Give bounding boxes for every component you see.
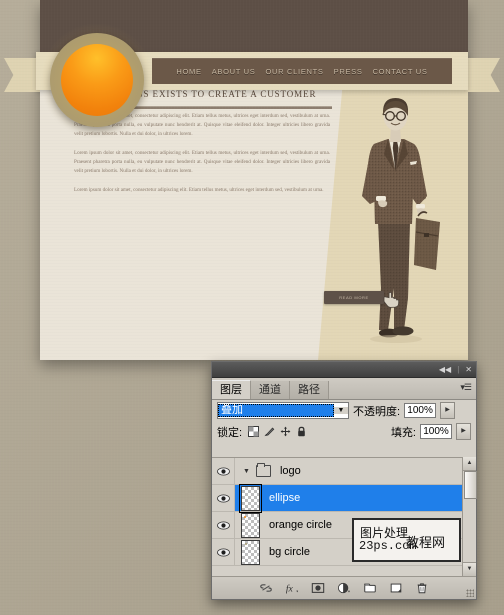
layer-thumbnail — [241, 512, 260, 538]
close-icon[interactable]: ✕ — [465, 365, 472, 374]
nav-item-our-clients[interactable]: OUR CLIENTS — [266, 67, 324, 76]
nav-item-about-us[interactable]: ABOUT US — [212, 67, 256, 76]
read-more-label: READ MORE — [339, 295, 369, 300]
fill-label: 填充: — [390, 426, 416, 439]
logo-circle — [32, 15, 162, 145]
eye-icon — [216, 548, 230, 556]
eye-icon — [216, 521, 230, 529]
resize-grip[interactable] — [466, 589, 474, 597]
lock-transparent-pixels-icon[interactable] — [248, 426, 260, 437]
site-navigation: HOME ABOUT US OUR CLIENTS PRESS CONTACT … — [152, 58, 452, 84]
businessman-illustration — [362, 98, 440, 343]
blend-mode-value: 叠加 — [218, 404, 334, 417]
svg-text:fx: fx — [286, 584, 294, 595]
layer-name: ellipse — [269, 492, 301, 504]
collapse-icon[interactable]: ◀◀ — [439, 365, 451, 374]
fill-value[interactable]: 100% — [420, 424, 452, 439]
new-group-icon[interactable] — [363, 581, 377, 595]
nav-item-contact-us[interactable]: CONTACT US — [373, 67, 428, 76]
chevron-down-icon[interactable]: ▼ — [243, 468, 250, 475]
panel-titlebar: ◀◀ | ✕ — [212, 362, 476, 378]
layer-name: logo — [279, 465, 301, 477]
adjustment-layer-icon[interactable] — [337, 581, 351, 595]
opacity-value[interactable]: 100% — [404, 403, 437, 418]
lock-position-icon[interactable] — [280, 426, 291, 437]
visibility-toggle[interactable] — [212, 539, 235, 565]
opacity-spinner-arrow-icon[interactable]: ▶ — [440, 402, 456, 419]
folder-icon — [255, 463, 271, 477]
blend-mode-row: 叠加 ▼ 不透明度: 100% ▶ — [212, 400, 476, 421]
desktop-background: A BUSINESS EXISTS TO CREATE A CUSTOMER L… — [0, 0, 504, 615]
read-more-button[interactable]: READ MORE — [324, 291, 384, 304]
layer-thumbnail — [241, 539, 260, 565]
watermark-overlay: 图片处理 23ps.com 教程网 — [352, 518, 461, 562]
layer-row-group-logo[interactable]: ▼ logo — [212, 458, 476, 485]
paragraph: Lorem ipsum dolor sit amet, consectetur … — [74, 150, 330, 174]
eye-icon — [216, 494, 230, 502]
layer-thumbnail — [239, 483, 262, 513]
tab-channels[interactable]: 通道 — [251, 381, 290, 399]
chevron-down-icon: ▼ — [334, 407, 348, 414]
blend-mode-dropdown[interactable]: 叠加 ▼ — [217, 402, 349, 419]
layer-list-scrollbar[interactable]: ▲ ▼ — [462, 457, 477, 576]
ribbon-tail-left — [4, 58, 40, 92]
link-layers-icon[interactable] — [259, 581, 273, 595]
tab-layers[interactable]: 图层 — [212, 380, 251, 399]
fill-spinner-arrow-icon[interactable]: ▶ — [456, 423, 471, 440]
layer-style-fx-icon[interactable]: fx — [285, 581, 299, 595]
delete-layer-icon[interactable] — [415, 581, 429, 595]
lock-icon-group — [248, 426, 307, 437]
visibility-toggle[interactable] — [212, 485, 235, 511]
lock-all-icon[interactable] — [296, 426, 307, 437]
watermark-inner: 图片处理 23ps.com 教程网 — [354, 520, 459, 560]
opacity-label: 不透明度: — [353, 405, 401, 418]
add-layer-mask-icon[interactable] — [311, 581, 325, 595]
layer-name: orange circle — [269, 519, 332, 531]
tab-paths[interactable]: 路径 — [290, 381, 329, 399]
paragraph: Lorem ipsum dolor sit amet, consectetur … — [74, 187, 324, 193]
watermark-line-3: 教程网 — [406, 535, 446, 550]
layer-row-ellipse[interactable]: ellipse — [212, 483, 476, 513]
panel-menu-icon[interactable]: ▾☰ — [460, 382, 472, 393]
layer-name: bg circle — [269, 546, 310, 558]
visibility-toggle[interactable] — [212, 512, 235, 538]
panel-bottom-toolbar: fx — [212, 576, 476, 599]
ribbon-tail-right — [464, 58, 500, 92]
photoshop-layers-panel: ◀◀ | ✕ 图层 通道 路径 ▾☰ 叠加 ▼ 不透明度: 100% ▶ 锁定: — [211, 361, 477, 600]
hand-cursor-icon — [383, 292, 400, 308]
titlebar-separator: | — [457, 365, 460, 374]
lock-label: 锁定: — [217, 426, 243, 439]
nav-item-home[interactable]: HOME — [176, 67, 201, 76]
eye-icon — [216, 467, 230, 475]
panel-tabs: 图层 通道 路径 ▾☰ — [212, 378, 476, 400]
scroll-down-icon[interactable]: ▼ — [463, 562, 476, 576]
scroll-up-icon[interactable]: ▲ — [463, 457, 476, 471]
logo-orange-circle — [61, 44, 133, 116]
nav-item-press[interactable]: PRESS — [334, 67, 363, 76]
lock-image-pixels-icon[interactable] — [264, 426, 275, 437]
lock-row: 锁定: 填充: 100% ▶ — [212, 421, 476, 442]
visibility-toggle[interactable] — [212, 458, 235, 484]
new-layer-icon[interactable] — [389, 581, 403, 595]
scrollbar-thumb[interactable] — [464, 471, 477, 499]
body-copy: Lorem ipsum dolor sit amet, consectetur … — [74, 112, 330, 205]
